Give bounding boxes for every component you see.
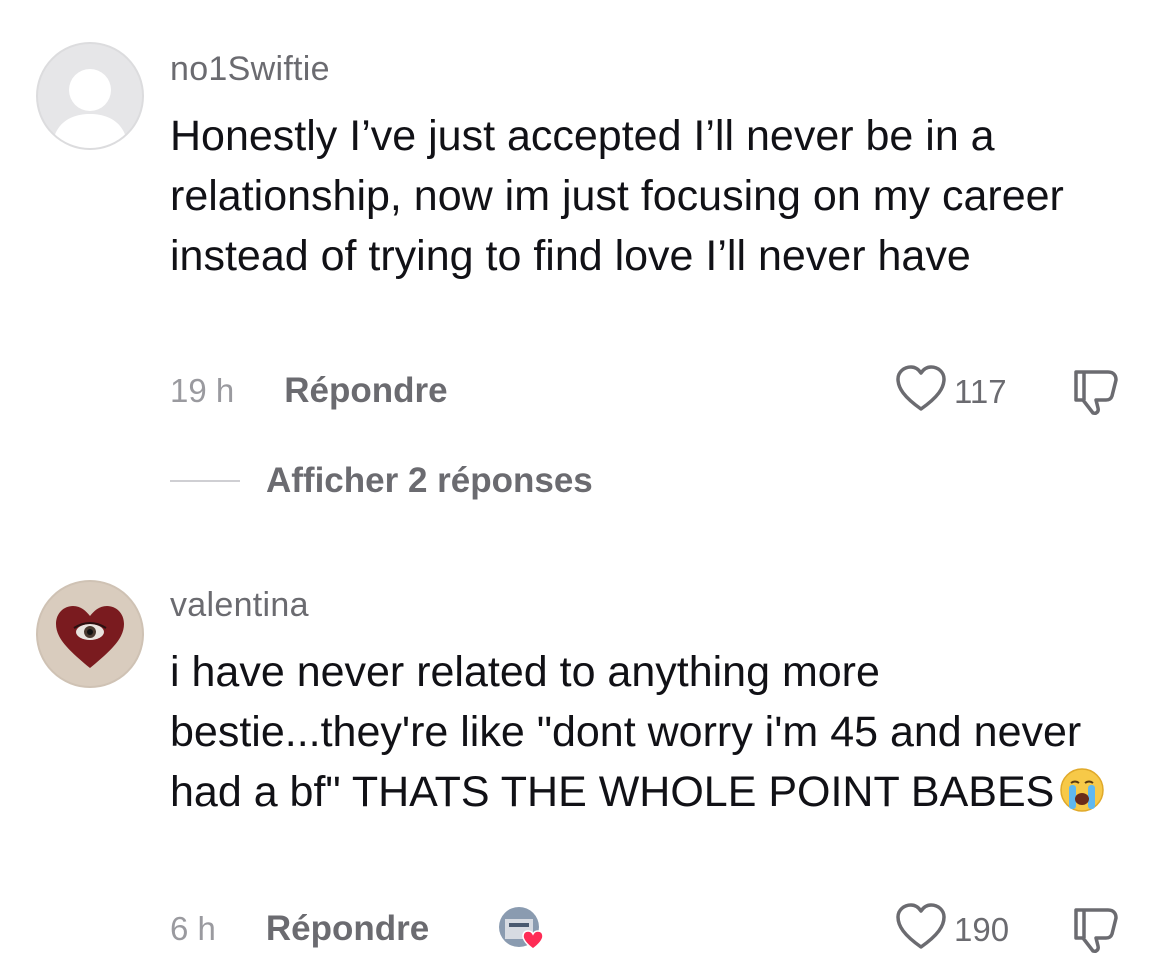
timestamp: 19 h xyxy=(170,372,235,409)
default-user-icon xyxy=(52,69,128,148)
dislike-icon[interactable] xyxy=(1070,902,1126,959)
reply-button[interactable]: Répondre xyxy=(284,371,447,411)
heart-eye-avatar xyxy=(56,606,124,668)
comment-text-body: i have never related to anything more be… xyxy=(170,648,1082,816)
view-replies-button[interactable]: Afficher 2 réponses xyxy=(170,456,593,506)
comment-text: Honestly I’ve just accepted I’ll never b… xyxy=(170,112,1064,280)
comment-text: i have never related to anything more be… xyxy=(170,642,1130,830)
timestamp: 6 h xyxy=(170,910,216,947)
like-count: 190 xyxy=(954,910,1010,948)
crying-face-emoji xyxy=(1058,766,1106,830)
username[interactable]: no1Swiftie xyxy=(170,50,330,89)
username[interactable]: valentina xyxy=(170,586,309,625)
reply-button[interactable]: Répondre xyxy=(266,909,429,949)
comment-meta: 19 h Répondre xyxy=(170,366,448,416)
user-avatar[interactable] xyxy=(36,42,144,150)
like-count: 117 xyxy=(954,372,1007,410)
user-avatar[interactable] xyxy=(36,580,144,688)
creator-liked-avatar-icon xyxy=(497,905,545,953)
view-replies-label: Afficher 2 réponses xyxy=(266,461,593,500)
replies-divider xyxy=(170,480,240,482)
comment-meta: 6 h Répondre xyxy=(170,904,429,954)
dislike-icon[interactable] xyxy=(1070,364,1126,421)
like-group: 117 xyxy=(894,364,1007,419)
heart-outline-icon[interactable] xyxy=(894,364,948,419)
